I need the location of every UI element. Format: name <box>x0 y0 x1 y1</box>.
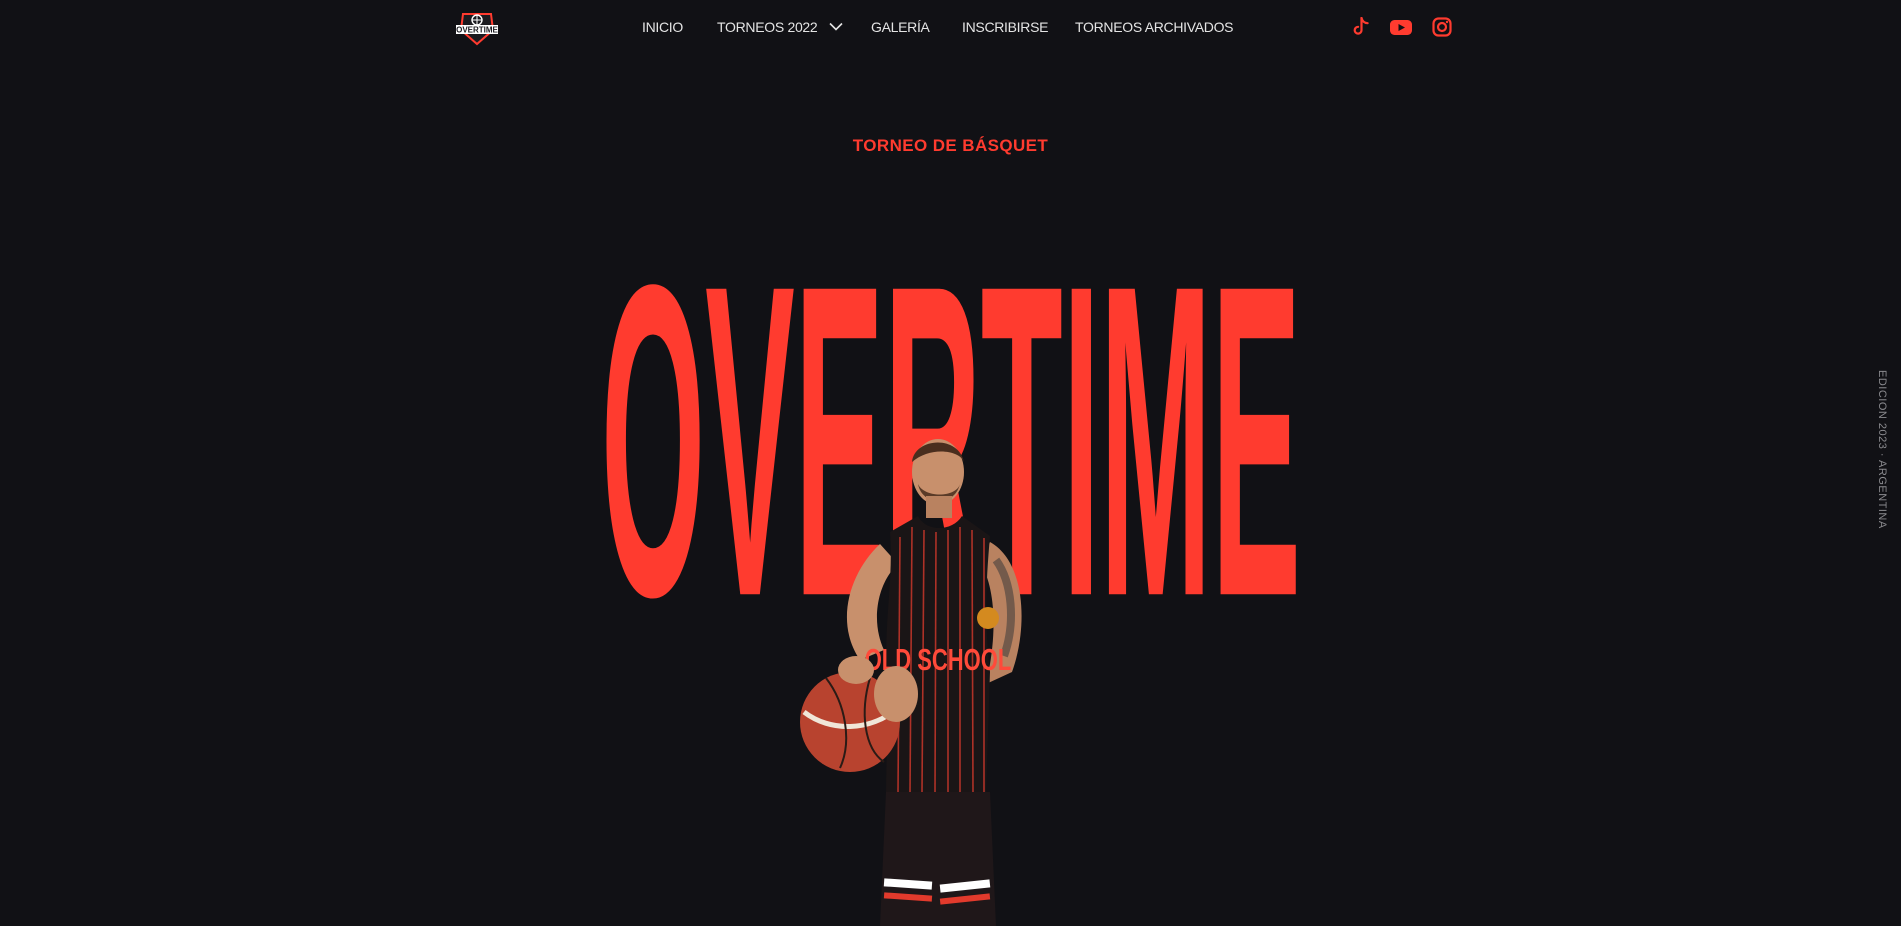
nav-item-label: TORNEOS 2022 <box>717 19 818 35</box>
svg-text:OVERTIME: OVERTIME <box>456 26 498 35</box>
basketball-player-image: OLD SCHOOL <box>800 439 1022 926</box>
hero-eyebrow: TORNEO DE BÁSQUET <box>852 136 1049 155</box>
nav-item-galeria[interactable]: GALERÍA <box>871 19 930 35</box>
instagram-icon[interactable] <box>1432 17 1452 37</box>
chevron-down-icon <box>829 23 843 31</box>
nav-item-inicio[interactable]: INICIO <box>642 19 683 35</box>
youtube-icon[interactable] <box>1389 17 1413 37</box>
top-navigation: OVERTIME INICIO TORNEOS 2022 GALERÍA INS… <box>0 0 1901 56</box>
nav-item-torneos-2022[interactable]: TORNEOS 2022 <box>717 19 843 35</box>
nav-item-inscribirse[interactable]: INSCRIBIRSE <box>962 19 1048 35</box>
tiktok-icon[interactable] <box>1352 17 1370 37</box>
nav-item-torneos-archivados[interactable]: TORNEOS ARCHIVADOS <box>1075 19 1234 35</box>
overtime-logo[interactable]: OVERTIME <box>455 10 499 46</box>
edition-note: EDICION 2023 · ARGENTINA <box>1876 370 1888 529</box>
